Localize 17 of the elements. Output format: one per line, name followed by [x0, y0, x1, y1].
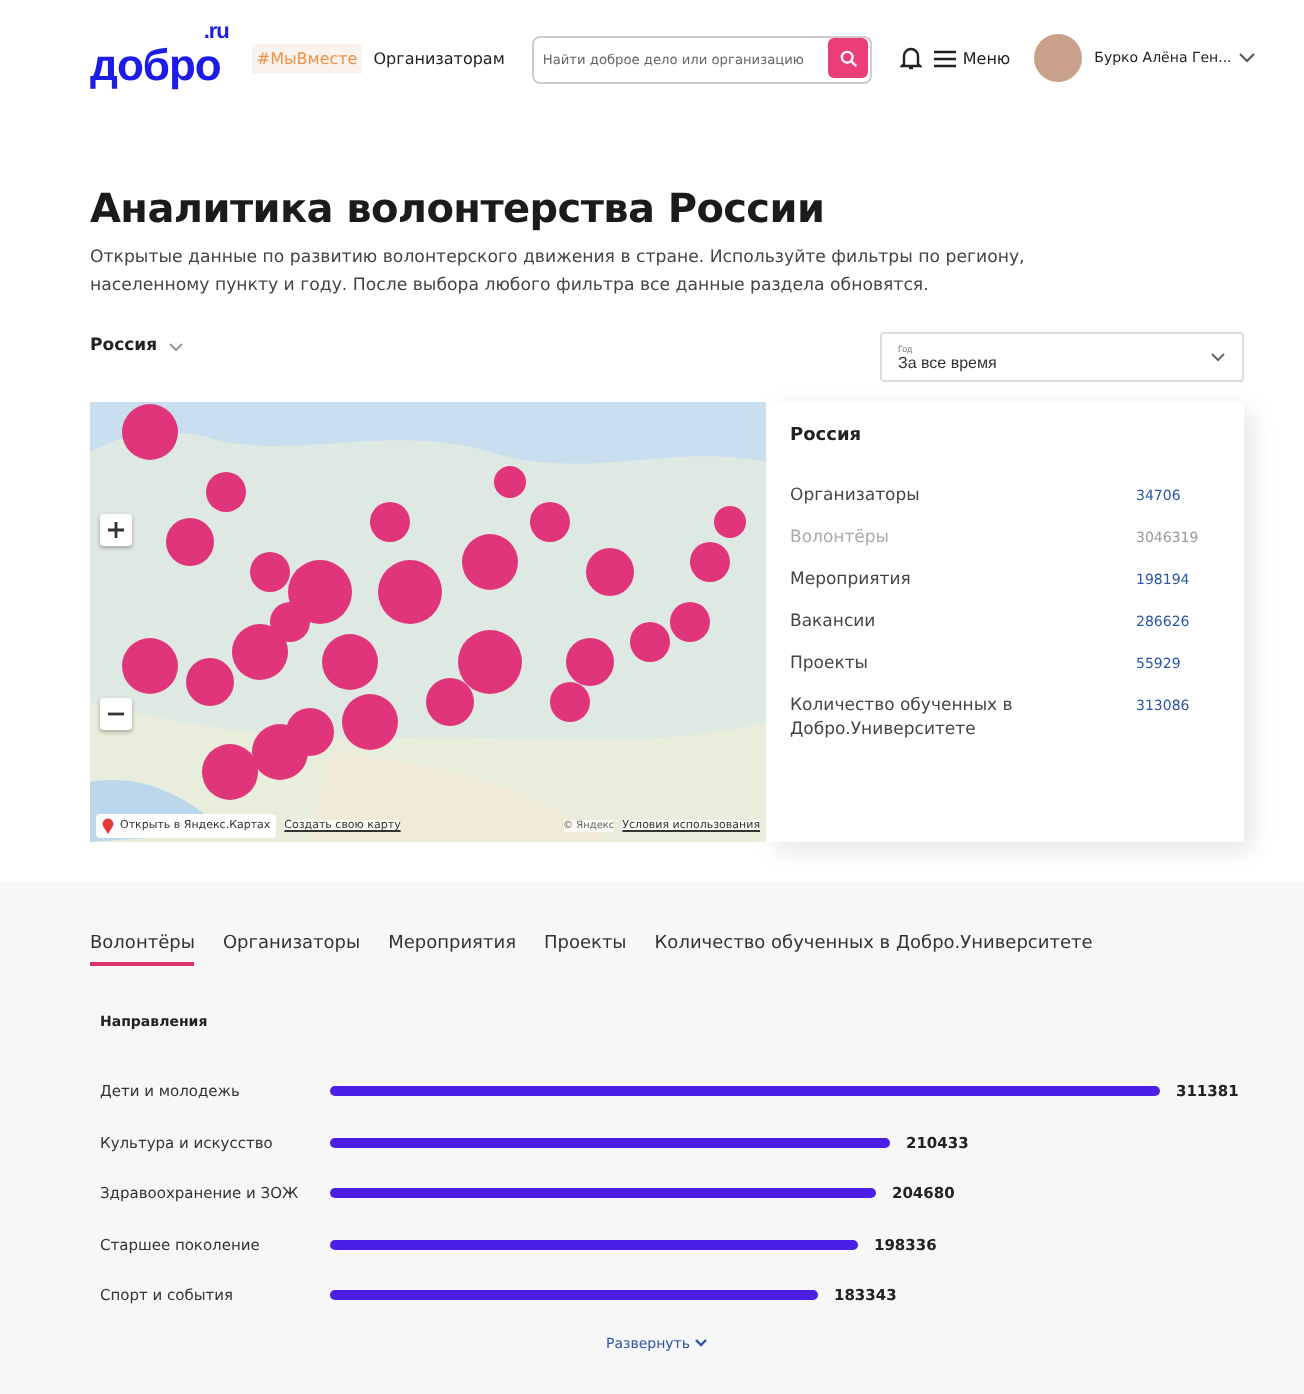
page-title: Аналитика волонтерства России: [90, 184, 827, 232]
tab[interactable]: Мероприятия: [388, 934, 516, 966]
organizers-link[interactable]: Организаторам: [373, 49, 505, 67]
stat-label: Вакансии: [790, 610, 878, 634]
tab[interactable]: Проекты: [543, 934, 627, 966]
stat-label: Количество обученных в Добро.Университете: [790, 694, 1015, 742]
page-description: Открытые данные по развитию волонтерского движения в стране. Используйте фильтры по региону, населенному пункту и году. После выбора любого фильтра все данные раздела обновятся.: [90, 246, 1027, 300]
stat-label: Организаторы: [790, 484, 922, 508]
stat-label: Мероприятия: [790, 568, 913, 592]
stat-label: Проекты: [790, 652, 871, 676]
card-title: Россия: [790, 426, 864, 446]
tab[interactable]: Организаторы: [222, 934, 361, 966]
tab[interactable]: Волонтёры: [90, 934, 195, 966]
tab[interactable]: Количество обученных в Добро.Университете: [654, 934, 1093, 966]
stat-label: Волонтёры: [790, 526, 892, 550]
region-dropdown[interactable]: Россия: [90, 336, 184, 356]
menu-button[interactable]: Меню: [934, 49, 1011, 67]
